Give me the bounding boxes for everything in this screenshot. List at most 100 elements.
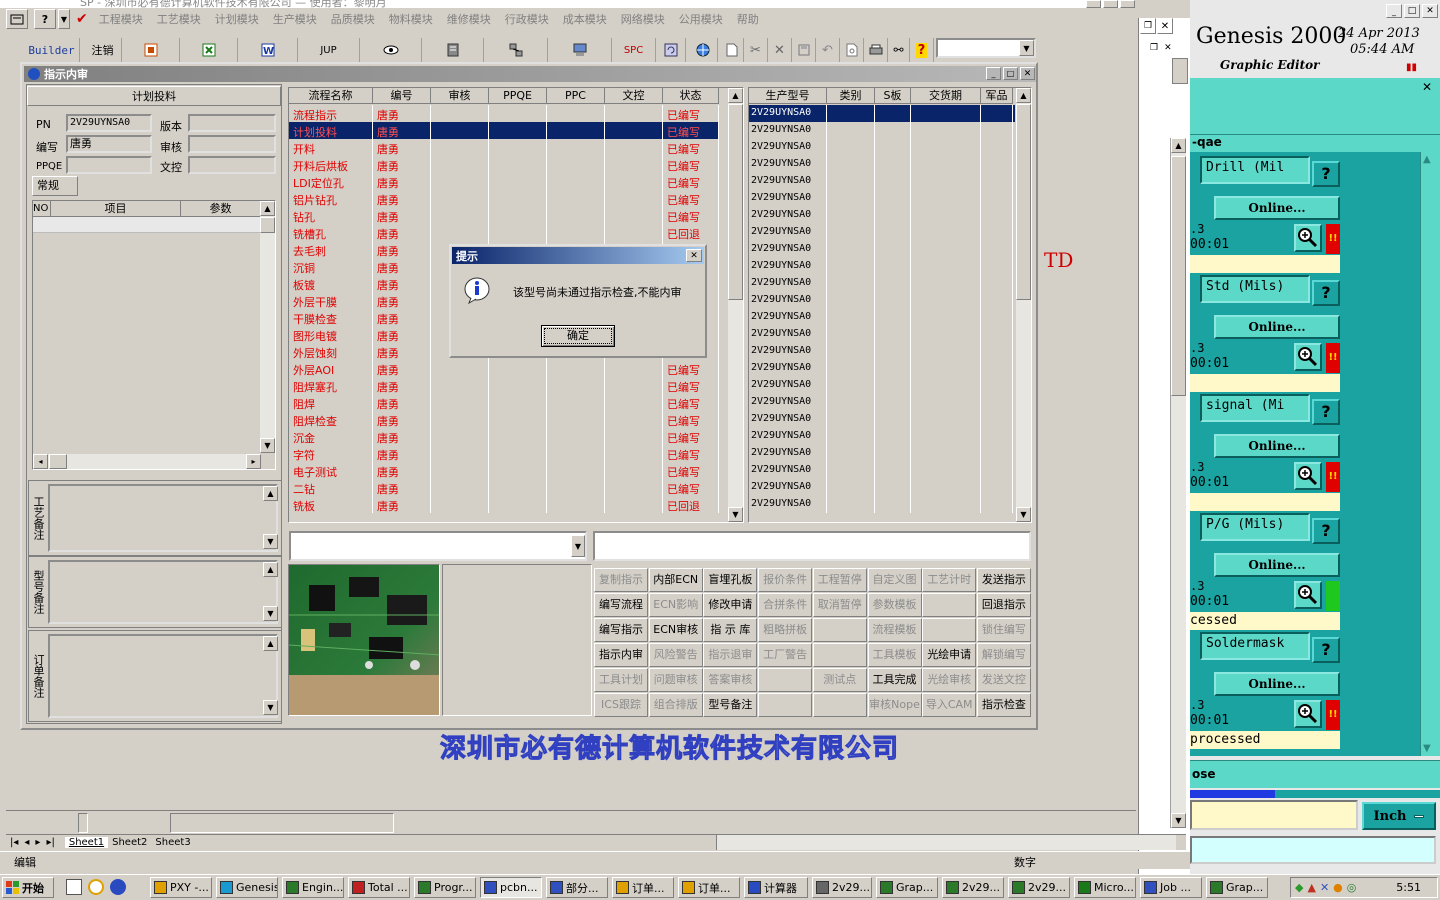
version-field[interactable]	[188, 114, 276, 132]
table-row[interactable]: 2V29UYNSA0	[749, 207, 1015, 224]
menu-item-9[interactable]: 网络模块	[614, 11, 672, 27]
doc-field[interactable]	[188, 156, 276, 174]
taskbar-item-0[interactable]: PXY -...	[150, 877, 212, 898]
close-button[interactable]: ✕	[1020, 67, 1035, 80]
zoom-icon[interactable]	[1294, 700, 1322, 728]
table-row[interactable]: 阻焊塞孔 唐勇 已编写	[289, 377, 719, 394]
menu-item-11[interactable]: 帮助	[730, 11, 766, 27]
tab-general[interactable]: 常规	[32, 176, 78, 196]
scroll-up-icon[interactable]: ▲	[1171, 138, 1186, 153]
toolbar-combo[interactable]: ▼	[936, 38, 1036, 58]
scroll-up-icon[interactable]: ▲	[1423, 154, 1431, 165]
table-row[interactable]: 铣板 唐勇 已回退	[289, 496, 719, 513]
table-row[interactable]: 2V29UYNSA0	[749, 360, 1015, 377]
network-icon[interactable]	[484, 38, 548, 62]
scroll-thumb[interactable]	[728, 104, 743, 300]
model-header-1[interactable]: 类别	[827, 88, 875, 104]
sheet-tab-3[interactable]: Sheet3	[151, 837, 194, 848]
online-button-0[interactable]: Online...	[1214, 196, 1340, 220]
clock-icon[interactable]	[88, 879, 104, 895]
scroll-up-icon[interactable]: ▲	[263, 486, 278, 501]
params-hscroll[interactable]: ◂ ▸	[33, 454, 261, 469]
help-question-icon[interactable]: ?	[910, 38, 934, 62]
scroll-up-icon[interactable]: ▲	[728, 88, 743, 103]
spc-button[interactable]: SPC	[612, 38, 656, 62]
chevron-down-icon[interactable]: ▼	[58, 9, 70, 29]
process-header-6[interactable]: 状态	[663, 88, 719, 104]
action-button-5-6[interactable]: 导入CAM	[922, 693, 977, 717]
pause-icon[interactable]: ▮▮	[1406, 62, 1417, 73]
chevron-down-icon[interactable]: ▼	[571, 535, 585, 557]
genesis-close-bar[interactable]: ose	[1190, 760, 1440, 788]
action-button-4-1[interactable]: 问题审核	[648, 668, 703, 692]
action-button-3-3[interactable]: 工厂警告	[758, 643, 813, 667]
minimize-button[interactable]: _	[1386, 4, 1402, 18]
step-name-2[interactable]: signal (Mi	[1200, 394, 1310, 422]
action-button-5-5[interactable]: 审核Nope	[867, 693, 922, 717]
close-button[interactable]: ✕	[1422, 4, 1438, 18]
table-row[interactable]: 2V29UYNSA0	[749, 105, 1015, 122]
menu-item-2[interactable]: 计划模块	[208, 11, 266, 27]
help-icon[interactable]: ?	[1312, 280, 1340, 306]
process-header-0[interactable]: 流程名称	[289, 88, 373, 104]
table-row[interactable]: 铣槽孔 唐勇 已回退	[289, 224, 719, 241]
action-button-2-0[interactable]: 编写指示	[594, 618, 648, 642]
table-row[interactable]: 电子测试 唐勇 已编写	[289, 462, 719, 479]
table-row[interactable]: 2V29UYNSA0	[749, 394, 1015, 411]
taskbar-item-8[interactable]: 订单...	[678, 877, 740, 898]
maximize-button[interactable]: □	[1003, 67, 1018, 80]
action-button-5-3[interactable]	[758, 693, 813, 717]
scroll-up-icon[interactable]: ▲	[260, 201, 275, 216]
action-button-4-7[interactable]: 发送文控	[976, 668, 1031, 692]
action-button-3-7[interactable]: 解锁编写	[976, 643, 1031, 667]
table-row[interactable]: 计划投料 唐勇 已编写	[289, 122, 719, 139]
zoom-icon[interactable]	[1294, 224, 1322, 252]
table-row[interactable]: 铝片钻孔 唐勇 已编写	[289, 190, 719, 207]
delete-icon[interactable]: ✕	[768, 38, 792, 62]
action-button-4-0[interactable]: 工具计划	[594, 668, 648, 692]
genesis-input-field[interactable]	[1190, 800, 1358, 830]
maximize-button[interactable]: □	[1404, 4, 1420, 18]
process-header-4[interactable]: PPC	[547, 88, 605, 104]
ppqe-field[interactable]	[66, 156, 152, 174]
action-button-5-0[interactable]: ICS跟踪	[594, 693, 648, 717]
scroll-down-icon[interactable]: ▼	[263, 606, 278, 621]
close-icon[interactable]: ✕	[1422, 80, 1432, 94]
taskbar-item-16[interactable]: Grap...	[1206, 877, 1268, 898]
computer-icon[interactable]	[548, 38, 612, 62]
action-button-1-2[interactable]: 修改申请	[703, 593, 758, 617]
taskbar-item-11[interactable]: Grap...	[876, 877, 938, 898]
show-desktop-icon[interactable]	[66, 879, 82, 895]
process-header-5[interactable]: 文控	[605, 88, 663, 104]
model-header-0[interactable]: 生产型号	[749, 88, 827, 104]
builder-button[interactable]: Builder	[24, 38, 80, 62]
table-row[interactable]: 2V29UYNSA0	[749, 224, 1015, 241]
menu-item-8[interactable]: 成本模块	[556, 11, 614, 27]
action-button-4-4[interactable]: 测试点	[812, 668, 867, 692]
maximize-button[interactable]	[1103, 0, 1118, 8]
close-button[interactable]: ✕	[1157, 18, 1173, 34]
action-button-4-5[interactable]: 工具完成	[867, 668, 922, 692]
table-row[interactable]: 外层AOI 唐勇 已编写	[289, 360, 719, 377]
refresh-icon[interactable]	[656, 38, 686, 62]
step-name-4[interactable]: Soldermask	[1200, 632, 1310, 660]
table-row[interactable]: 2V29UYNSA0	[749, 173, 1015, 190]
menu-item-0[interactable]: 工程模块	[92, 11, 150, 27]
jup-button[interactable]: JUP	[298, 38, 360, 62]
table-row[interactable]: 二钻 唐勇 已编写	[289, 479, 719, 496]
action-button-2-7[interactable]: 锁住编写	[976, 618, 1031, 642]
scroll-up-icon[interactable]: ▲	[1016, 88, 1031, 103]
action-button-1-7[interactable]: 回退指示	[976, 593, 1031, 617]
action-button-3-0[interactable]: 指示内审	[594, 643, 648, 667]
word-icon[interactable]: W	[238, 38, 298, 62]
action-button-2-3[interactable]: 粗略拼板	[758, 618, 813, 642]
genesis-command-line[interactable]	[1190, 836, 1436, 864]
model-vscroll[interactable]: ▲ ▼	[1016, 88, 1031, 522]
next-sheet-icon[interactable]: ▸	[35, 837, 40, 848]
note-field-0[interactable]	[48, 484, 278, 552]
scroll-thumb[interactable]	[1171, 156, 1186, 396]
globe-icon[interactable]	[688, 38, 718, 62]
scroll-down-icon[interactable]: ▼	[260, 438, 275, 453]
table-row[interactable]: 2V29UYNSA0	[749, 462, 1015, 479]
process-vscroll[interactable]: ▲ ▼	[728, 88, 743, 522]
